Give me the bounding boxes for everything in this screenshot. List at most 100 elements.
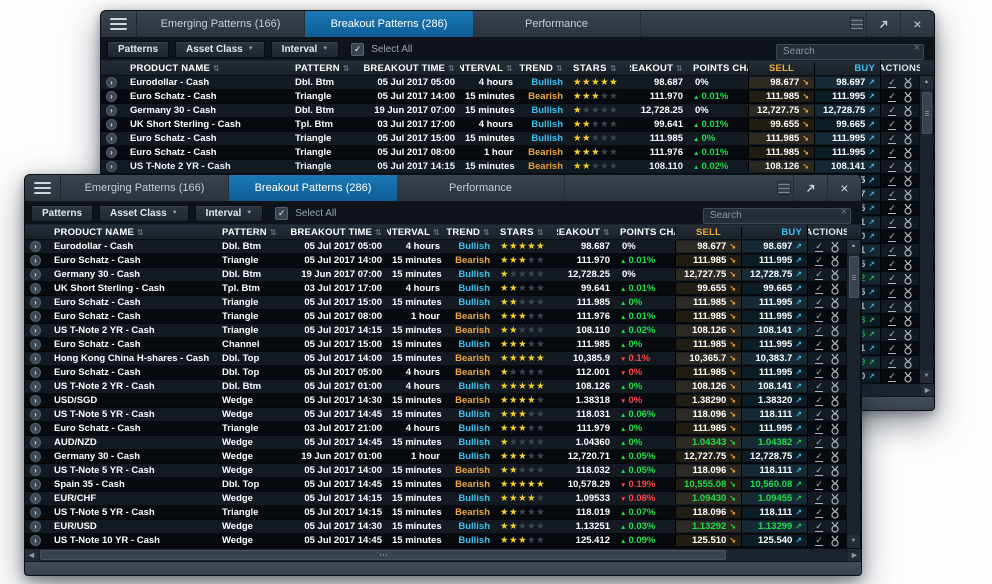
confirm-trade-icon[interactable]: ✓ (888, 260, 896, 270)
header-stars[interactable]: STARS⇅ (495, 227, 557, 238)
expand-chevron-icon[interactable]: › (106, 133, 117, 144)
confirm-trade-icon[interactable]: ✓ (815, 340, 823, 350)
confirm-trade-icon[interactable]: ✓ (888, 92, 896, 102)
performance-medal-icon[interactable] (830, 269, 840, 281)
confirm-trade-icon[interactable]: ✓ (815, 466, 823, 476)
interval-dropdown[interactable]: Interval▼ (195, 205, 264, 222)
performance-medal-icon[interactable] (903, 203, 913, 215)
performance-medal-icon[interactable] (830, 353, 840, 365)
expand-chevron-icon[interactable]: › (30, 521, 41, 532)
expand-chevron-icon[interactable]: › (30, 283, 41, 294)
sell-price-button[interactable]: 111.985↘ (748, 91, 814, 102)
confirm-trade-icon[interactable]: ✓ (815, 354, 823, 364)
horizontal-scrollbar[interactable]: ◄ ► (25, 548, 861, 561)
buy-price-button[interactable]: 108.141↗ (741, 381, 807, 392)
sell-price-button[interactable]: 12,727.75↘ (675, 451, 741, 462)
buy-price-button[interactable]: 108.141↗ (814, 161, 880, 172)
table-row[interactable]: › Germany 30 - Cash Dbl. Btm 19 Jun 2017… (25, 268, 861, 282)
drag-handle-icon[interactable] (850, 17, 864, 31)
expand-chevron-icon[interactable]: › (30, 493, 41, 504)
table-row[interactable]: › Hong Kong China H-shares - Cash Dbl. T… (25, 352, 861, 366)
sell-price-button[interactable]: 111.985↘ (675, 255, 741, 266)
tab-performance[interactable]: Performance (397, 175, 565, 201)
scroll-right-icon[interactable]: ► (848, 549, 861, 561)
sell-price-button[interactable]: 125.510↘ (675, 535, 741, 546)
confirm-trade-icon[interactable]: ✓ (888, 372, 896, 382)
header-interval[interactable]: INTERVAL⇅ (460, 63, 518, 74)
buy-price-button[interactable]: 1.13299↗ (741, 521, 807, 532)
buy-price-button[interactable]: 111.995↗ (814, 147, 880, 158)
buy-price-button[interactable]: 108.141↗ (741, 325, 807, 336)
expand-chevron-icon[interactable]: › (30, 367, 41, 378)
confirm-trade-icon[interactable]: ✓ (888, 120, 896, 130)
buy-price-button[interactable]: 111.995↗ (814, 91, 880, 102)
header-breakout[interactable]: BREAKOUT⇅ (557, 227, 615, 238)
performance-medal-icon[interactable] (830, 255, 840, 267)
expand-chevron-icon[interactable]: › (30, 353, 41, 364)
expand-chevron-icon[interactable]: › (30, 255, 41, 266)
performance-medal-icon[interactable] (830, 535, 840, 547)
sell-price-button[interactable]: 111.985↘ (675, 297, 741, 308)
drag-handle-icon[interactable] (777, 181, 791, 195)
sell-price-button[interactable]: 108.126↘ (675, 381, 741, 392)
expand-chevron-icon[interactable]: › (30, 409, 41, 420)
table-row[interactable]: › Spain 35 - Cash Dbl. Top 05 Jul 2017 1… (25, 478, 861, 492)
confirm-trade-icon[interactable]: ✓ (815, 452, 823, 462)
buy-price-button[interactable]: 12,728.75↗ (814, 105, 880, 116)
expand-chevron-icon[interactable]: › (30, 339, 41, 350)
confirm-trade-icon[interactable]: ✓ (888, 316, 896, 326)
sell-price-button[interactable]: 118.096↘ (675, 507, 741, 518)
performance-medal-icon[interactable] (830, 325, 840, 337)
close-button[interactable]: × (900, 11, 934, 37)
expand-chevron-icon[interactable]: › (30, 325, 41, 336)
tab-emerging-patterns[interactable]: Emerging Patterns (166) (61, 175, 229, 201)
confirm-trade-icon[interactable]: ✓ (888, 176, 896, 186)
sell-price-button[interactable]: 118.096↘ (675, 465, 741, 476)
expand-chevron-icon[interactable]: › (30, 423, 41, 434)
table-row[interactable]: › Euro Schatz - Cash Triangle 05 Jul 201… (101, 90, 934, 104)
tab-breakout-patterns[interactable]: Breakout Patterns (286) (305, 11, 473, 37)
sell-price-button[interactable]: 1.38290↘ (675, 395, 741, 406)
vertical-scrollbar[interactable]: ▲ ▼ (919, 76, 933, 383)
asset-class-dropdown[interactable]: Asset Class▼ (175, 41, 265, 58)
horizontal-scroll-thumb[interactable] (40, 550, 726, 560)
performance-medal-icon[interactable] (903, 343, 913, 355)
sell-price-button[interactable]: 108.126↘ (675, 325, 741, 336)
expand-chevron-icon[interactable]: › (30, 297, 41, 308)
confirm-trade-icon[interactable]: ✓ (888, 232, 896, 242)
table-row[interactable]: › US T-Note 2 YR - Cash Triangle 05 Jul … (101, 160, 934, 174)
sell-price-button[interactable]: 111.985↘ (675, 367, 741, 378)
maximize-button[interactable] (793, 175, 827, 201)
performance-medal-icon[interactable] (903, 147, 913, 159)
sell-price-button[interactable]: 118.096↘ (675, 409, 741, 420)
table-row[interactable]: › Euro Schatz - Cash Triangle 05 Jul 201… (101, 132, 934, 146)
header-points-change[interactable]: POINTS CHANGE (688, 63, 748, 74)
header-stars[interactable]: STARS⇅ (568, 63, 630, 74)
buy-price-button[interactable]: 111.995↗ (741, 423, 807, 434)
buy-price-button[interactable]: 118.111↗ (741, 465, 807, 476)
scroll-up-icon[interactable]: ▲ (847, 240, 860, 253)
buy-price-button[interactable]: 1.38320↗ (741, 395, 807, 406)
patterns-button[interactable]: Patterns (107, 41, 169, 58)
table-row[interactable]: › Germany 30 - Cash Dbl. Btm 19 Jun 2017… (101, 104, 934, 118)
buy-price-button[interactable]: 99.665↗ (741, 283, 807, 294)
sell-price-button[interactable]: 111.985↘ (748, 147, 814, 158)
sell-price-button[interactable]: 108.126↘ (748, 161, 814, 172)
table-row[interactable]: › Euro Schatz - Cash Triangle 05 Jul 201… (101, 146, 934, 160)
buy-price-button[interactable]: 12,728.75↗ (741, 269, 807, 280)
buy-price-button[interactable]: 118.111↗ (741, 409, 807, 420)
confirm-trade-icon[interactable]: ✓ (815, 522, 823, 532)
expand-chevron-icon[interactable]: › (106, 147, 117, 158)
performance-medal-icon[interactable] (903, 189, 913, 201)
expand-chevron-icon[interactable]: › (30, 241, 41, 252)
expand-chevron-icon[interactable]: › (30, 395, 41, 406)
confirm-trade-icon[interactable]: ✓ (888, 344, 896, 354)
sell-price-button[interactable]: 1.04343↘ (675, 437, 741, 448)
confirm-trade-icon[interactable]: ✓ (888, 288, 896, 298)
performance-medal-icon[interactable] (830, 283, 840, 295)
performance-medal-icon[interactable] (830, 493, 840, 505)
table-row[interactable]: › Euro Schatz - Cash Triangle 05 Jul 201… (25, 310, 861, 324)
scroll-left-icon[interactable]: ◄ (25, 549, 38, 561)
buy-price-button[interactable]: 111.995↗ (741, 367, 807, 378)
confirm-trade-icon[interactable]: ✓ (815, 326, 823, 336)
